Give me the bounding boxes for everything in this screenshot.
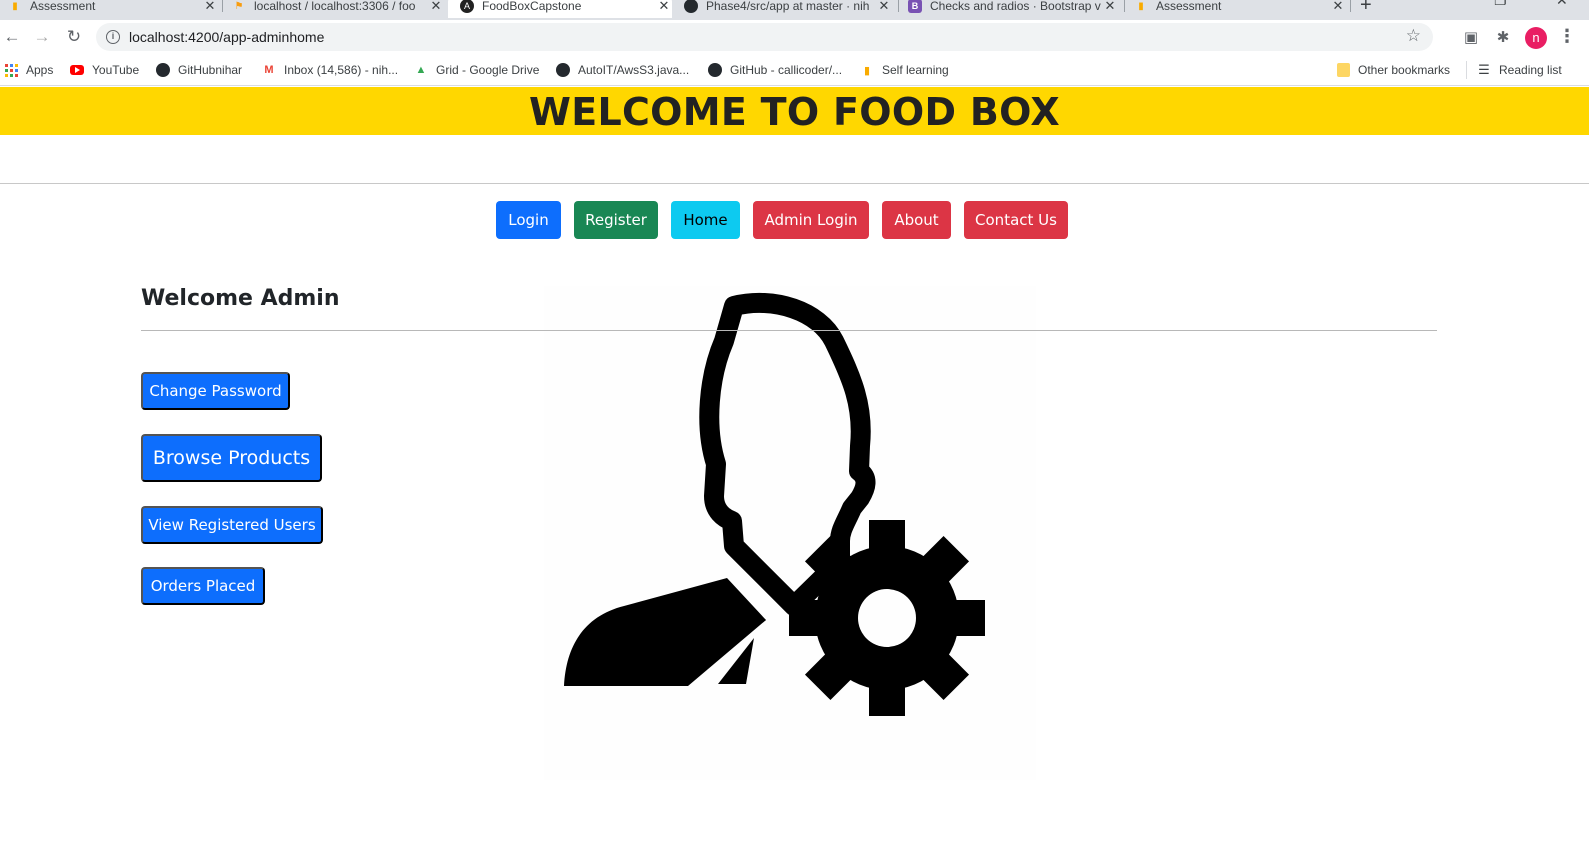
bookmark-callicoder[interactable]: GitHub - callicoder/... xyxy=(708,61,842,79)
url-text: localhost:4200/app-adminhome xyxy=(129,29,325,45)
bootstrap-icon: B xyxy=(908,0,922,13)
browse-products-button[interactable]: Browse Products xyxy=(141,434,322,482)
site-header: WELCOME TO FOOD BOX xyxy=(0,87,1589,135)
tab-assessment-1[interactable]: ▮ Assessment ✕ xyxy=(8,0,218,18)
folder-icon xyxy=(1336,63,1350,77)
tab-title: Checks and radios · Bootstrap v xyxy=(930,0,1101,13)
restore-window-icon[interactable]: ❐ xyxy=(1494,0,1507,9)
welcome-divider xyxy=(141,330,1437,331)
other-bookmarks[interactable]: Other bookmarks xyxy=(1336,61,1450,79)
about-button[interactable]: About xyxy=(882,201,951,239)
github-icon xyxy=(156,63,170,77)
close-icon[interactable]: ✕ xyxy=(1330,0,1346,14)
bookmark-label: Inbox (14,586) - nih... xyxy=(284,63,399,77)
view-registered-users-button[interactable]: View Registered Users xyxy=(141,506,323,544)
bookmark-label: AutoIT/AwsS3.java... xyxy=(578,63,690,77)
close-icon[interactable]: ✕ xyxy=(1102,0,1118,14)
main-nav: Login Register Home Admin Login About Co… xyxy=(0,201,1589,239)
bookmark-inbox[interactable]: M Inbox (14,586) - nih... xyxy=(262,61,398,79)
puzzle-icon[interactable]: ✱ xyxy=(1492,26,1514,48)
tab-foodbox[interactable]: A FoodBoxCapstone ✕ xyxy=(448,0,672,18)
tab-github-phase4[interactable]: Phase4/src/app at master · nih ✕ xyxy=(684,0,892,18)
browser-toolbar: ← → ↻ i localhost:4200/app-adminhome ☆ ▣… xyxy=(0,20,1589,54)
login-button[interactable]: Login xyxy=(496,201,561,239)
back-icon[interactable]: ← xyxy=(0,25,24,49)
register-button[interactable]: Register xyxy=(574,201,658,239)
bookmarks-bar: Apps YouTube GitHubnihar M Inbox (14,586… xyxy=(0,54,1589,86)
tab-strip: ▮ Assessment ✕ ⚑ localhost / localhost:3… xyxy=(0,0,1589,20)
admin-user-gear-icon xyxy=(544,286,1036,780)
reading-list-icon: ☰ xyxy=(1478,62,1490,77)
bookmark-label: GitHubnihar xyxy=(178,63,243,77)
phpmyadmin-icon: ⚑ xyxy=(234,0,244,12)
browser-menu-icon[interactable]: ⋮ xyxy=(1558,26,1576,47)
close-icon[interactable]: ✕ xyxy=(202,0,218,14)
home-button[interactable]: Home xyxy=(671,201,740,239)
analytics-icon: ▮ xyxy=(1138,0,1144,12)
tab-title: Assessment xyxy=(30,0,96,13)
bookmark-label: Self learning xyxy=(882,63,949,77)
tab-bootstrap[interactable]: B Checks and radios · Bootstrap v ✕ xyxy=(908,0,1118,18)
extension-icon[interactable]: ▣ xyxy=(1460,26,1482,48)
divider xyxy=(0,183,1589,184)
tab-phpmyadmin[interactable]: ⚑ localhost / localhost:3306 / foo ✕ xyxy=(232,0,444,18)
analytics-icon: ▮ xyxy=(12,0,18,12)
welcome-heading: Welcome Admin xyxy=(141,286,340,311)
gmail-icon: M xyxy=(264,64,274,76)
tab-title: Phase4/src/app at master · nih xyxy=(706,0,870,13)
drive-icon: ▲ xyxy=(415,64,427,76)
page-title: WELCOME TO FOOD BOX xyxy=(529,90,1060,134)
admin-login-button[interactable]: Admin Login xyxy=(753,201,869,239)
bookmark-google-drive[interactable]: ▲ Grid - Google Drive xyxy=(414,61,540,79)
other-bookmarks-label: Other bookmarks xyxy=(1358,63,1451,77)
angular-icon: A xyxy=(460,0,474,13)
bookmark-youtube[interactable]: YouTube xyxy=(70,61,139,79)
bookmark-autoit[interactable]: AutoIT/AwsS3.java... xyxy=(556,61,689,79)
bookmark-label: Apps xyxy=(26,63,54,77)
contact-us-button[interactable]: Contact Us xyxy=(964,201,1068,239)
orders-placed-button[interactable]: Orders Placed xyxy=(141,567,265,605)
new-tab-icon[interactable]: + xyxy=(1360,0,1372,17)
bookmark-label: YouTube xyxy=(92,63,140,77)
bookmark-githubnihar[interactable]: GitHubnihar xyxy=(156,61,242,79)
bookmark-label: Grid - Google Drive xyxy=(436,63,540,77)
close-icon[interactable]: ✕ xyxy=(428,0,444,14)
close-icon[interactable]: ✕ xyxy=(876,0,892,14)
forward-icon[interactable]: → xyxy=(30,25,54,49)
close-icon[interactable]: ✕ xyxy=(656,0,672,14)
github-icon xyxy=(556,63,570,77)
github-icon xyxy=(708,63,722,77)
github-icon xyxy=(684,0,698,13)
bookmark-self-learning[interactable]: ▮ Self learning xyxy=(860,61,949,79)
apps-grid-icon xyxy=(4,63,18,77)
tab-title: FoodBoxCapstone xyxy=(482,0,582,13)
bookmark-star-icon[interactable]: ☆ xyxy=(1406,26,1421,46)
tab-assessment-2[interactable]: ▮ Assessment ✕ xyxy=(1134,0,1346,18)
close-window-icon[interactable]: ✕ xyxy=(1556,0,1568,9)
profile-avatar[interactable]: n xyxy=(1525,27,1547,49)
reload-icon[interactable]: ↻ xyxy=(62,25,86,49)
tab-title: localhost / localhost:3306 / foo xyxy=(254,0,416,13)
change-password-button[interactable]: Change Password xyxy=(141,372,290,410)
address-bar[interactable]: i localhost:4200/app-adminhome ☆ xyxy=(96,23,1433,51)
youtube-icon xyxy=(70,63,84,77)
analytics-icon: ▮ xyxy=(863,64,871,77)
bookmark-label: GitHub - callicoder/... xyxy=(730,63,843,77)
reading-list-label: Reading list xyxy=(1499,63,1562,77)
reading-list[interactable]: ☰ Reading list xyxy=(1466,61,1562,79)
bookmark-apps[interactable]: Apps xyxy=(4,61,53,79)
tab-title: Assessment xyxy=(1156,0,1222,13)
site-info-icon[interactable]: i xyxy=(106,30,120,44)
